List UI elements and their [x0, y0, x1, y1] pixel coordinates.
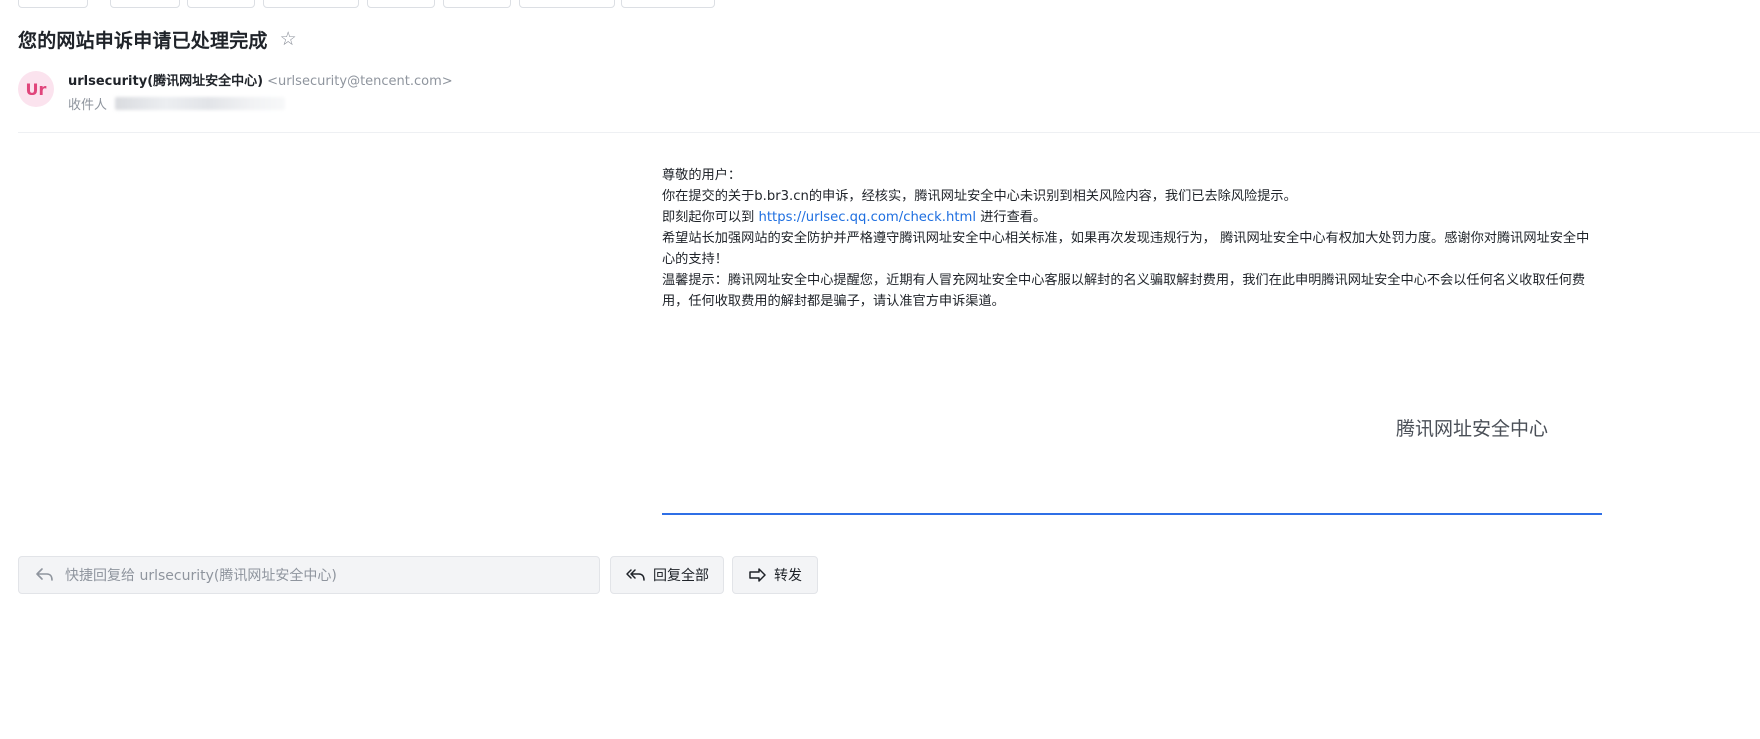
signature: 腾讯网址安全中心	[1396, 418, 1549, 440]
quick-reply-input[interactable]: 快捷回复给 urlsecurity(腾讯网址安全中心)	[18, 556, 600, 594]
sender-name[interactable]: urlsecurity(腾讯网址安全中心)	[68, 74, 263, 89]
email-reader: 您的网站申诉申请已处理完成 ☆ Ur urlsecurity(腾讯网址安全中心)…	[0, 0, 1760, 739]
email-subject: 您的网站申诉申请已处理完成	[18, 30, 268, 52]
recipient-redacted	[115, 97, 286, 110]
body-line-1: 你在提交的关于b.br3.cn的申诉，经核实，腾讯网址安全中心未识别到相关风险内…	[662, 189, 1297, 204]
reply-all-icon	[625, 567, 647, 583]
toolbar-button[interactable]	[263, 0, 359, 8]
subject-row: 您的网站申诉申请已处理完成 ☆	[18, 26, 297, 53]
body-line-3: 希望站长加强网站的安全防护并严格遵守腾讯网址安全中心相关标准，如果再次发现违规行…	[662, 231, 1590, 267]
toolbar-button[interactable]	[187, 0, 255, 8]
reply-all-button[interactable]: 回复全部	[610, 556, 724, 594]
sender-line: urlsecurity(腾讯网址安全中心) <urlsecurity@tencen…	[68, 70, 453, 89]
sender-email[interactable]: <urlsecurity@tencent.com>	[267, 74, 453, 89]
forward-label: 转发	[774, 568, 802, 584]
recipient-line: 收件人	[68, 94, 286, 113]
toolbar-button[interactable]	[443, 0, 511, 8]
check-link[interactable]: https://urlsec.qq.com/check.html	[759, 210, 977, 225]
signature-rule	[662, 513, 1602, 515]
body-line-2: 即刻起你可以到 https://urlsec.qq.com/check.html…	[662, 207, 1602, 228]
reply-all-label: 回复全部	[653, 568, 709, 584]
toolbar-button[interactable]	[519, 0, 615, 8]
body-line-2-suffix: 进行查看。	[980, 210, 1047, 225]
header-divider	[18, 132, 1760, 133]
email-body: 尊敬的用户： 你在提交的关于b.br3.cn的申诉，经核实，腾讯网址安全中心未识…	[662, 165, 1602, 312]
avatar[interactable]: Ur	[18, 71, 54, 107]
quick-reply-placeholder: 快捷回复给 urlsecurity(腾讯网址安全中心)	[65, 568, 337, 584]
toolbar-button[interactable]	[18, 0, 88, 8]
toolbar-button[interactable]	[621, 0, 715, 8]
body-line-4: 温馨提示：腾讯网址安全中心提醒您，近期有人冒充网址安全中心客服以解封的名义骗取解…	[662, 273, 1586, 309]
recipient-label: 收件人	[68, 98, 108, 113]
forward-icon	[748, 567, 768, 583]
star-icon[interactable]: ☆	[280, 30, 297, 49]
body-line-2-prefix: 即刻起你可以到	[662, 210, 755, 225]
toolbar-button[interactable]	[110, 0, 180, 8]
reply-icon	[35, 567, 55, 583]
forward-button[interactable]: 转发	[732, 556, 818, 594]
toolbar-button[interactable]	[367, 0, 435, 8]
body-greeting: 尊敬的用户：	[662, 168, 742, 183]
